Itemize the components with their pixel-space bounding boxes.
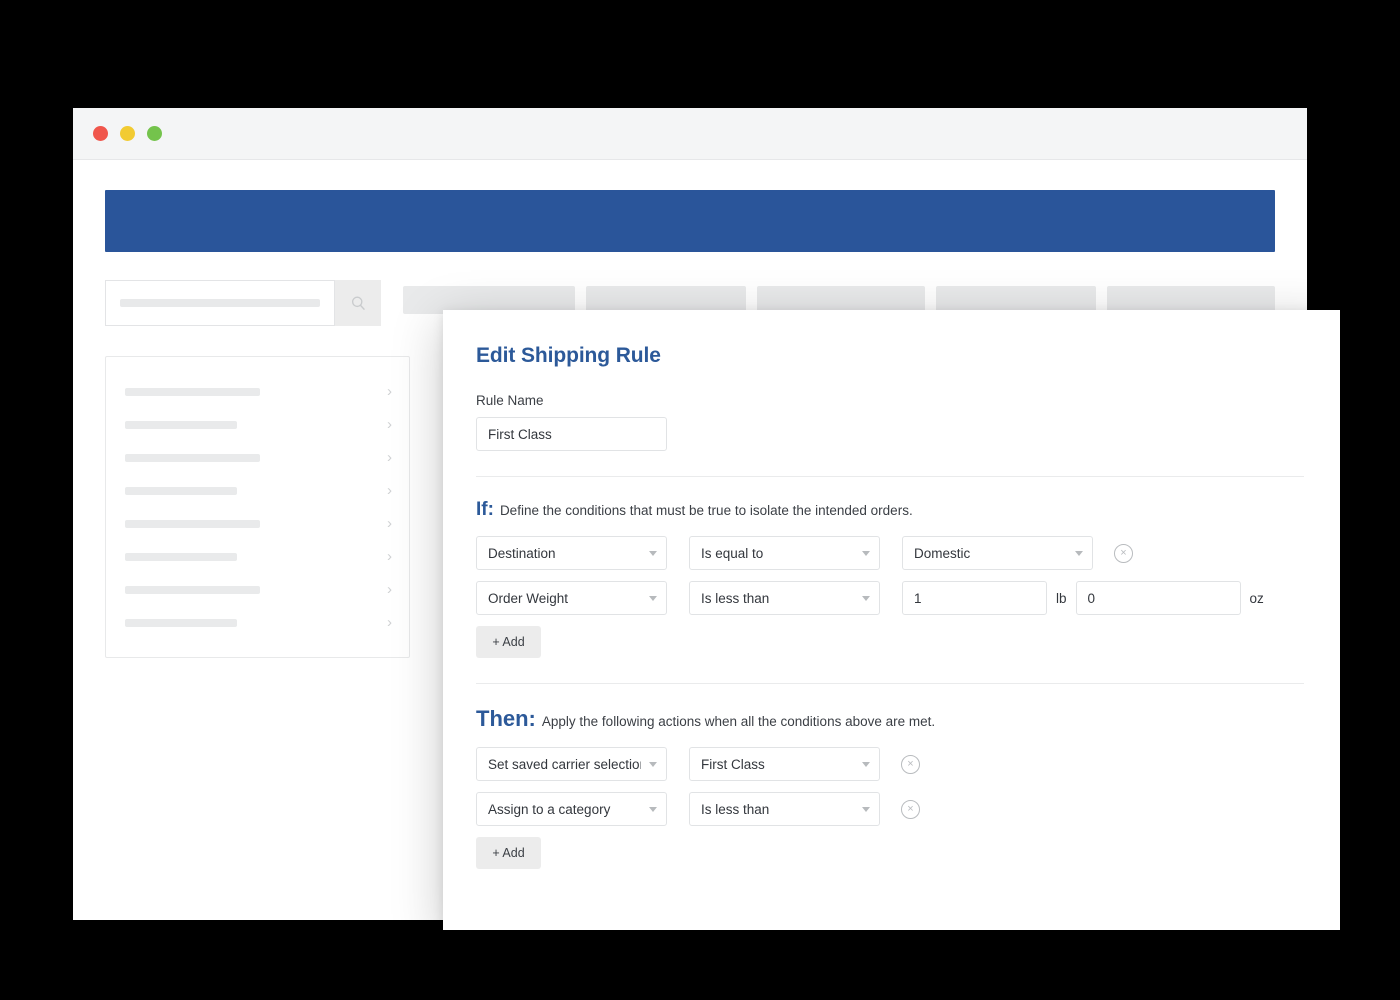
- list-item[interactable]: ›: [106, 606, 409, 639]
- list-item[interactable]: ›: [106, 441, 409, 474]
- action-value-select[interactable]: First Class: [689, 747, 880, 781]
- list-card: › › › › ›: [105, 356, 410, 658]
- app-header-bar: [105, 190, 1275, 252]
- list-item[interactable]: ›: [106, 540, 409, 573]
- chevron-right-icon: ›: [387, 582, 392, 597]
- chevron-right-icon: ›: [387, 450, 392, 465]
- list-item-label: [125, 487, 237, 495]
- list-item[interactable]: ›: [106, 573, 409, 606]
- list-item[interactable]: ›: [106, 474, 409, 507]
- condition-operator-select[interactable]: Is less than: [689, 581, 880, 615]
- remove-action-button[interactable]: ×: [901, 800, 920, 819]
- list-item-label: [125, 421, 237, 429]
- condition-field-select[interactable]: Destination: [476, 536, 667, 570]
- chevron-down-icon: [1075, 551, 1083, 556]
- chevron-right-icon: ›: [387, 516, 392, 531]
- close-window-button[interactable]: [93, 126, 108, 141]
- add-condition-button[interactable]: + Add: [476, 626, 541, 658]
- rule-name-input[interactable]: First Class: [476, 417, 667, 451]
- chevron-down-icon: [862, 807, 870, 812]
- list-item[interactable]: ›: [106, 408, 409, 441]
- chevron-down-icon: [649, 551, 657, 556]
- action-field-select[interactable]: Assign to a category: [476, 792, 667, 826]
- list-item-label: [125, 586, 260, 594]
- action-row-2: Assign to a category Is less than ×: [476, 792, 1304, 826]
- minimize-window-button[interactable]: [120, 126, 135, 141]
- action-value: Is less than: [701, 802, 854, 817]
- search-input[interactable]: [120, 299, 320, 307]
- list-item-label: [125, 520, 260, 528]
- remove-condition-button[interactable]: ×: [1114, 544, 1133, 563]
- weight-oz-unit-label: oz: [1250, 591, 1264, 606]
- add-action-button[interactable]: + Add: [476, 837, 541, 869]
- search-box[interactable]: [105, 280, 335, 326]
- action-value-select[interactable]: Is less than: [689, 792, 880, 826]
- condition-row-1: Destination Is equal to Domestic ×: [476, 536, 1304, 570]
- screenshot-stage: › › › › ›: [0, 0, 1400, 1000]
- tab-placeholder-row: [403, 280, 1275, 314]
- remove-action-button[interactable]: ×: [901, 755, 920, 774]
- if-description: Define the conditions that must be true …: [500, 503, 913, 518]
- dialog-title: Edit Shipping Rule: [476, 344, 1304, 368]
- weight-lb-input[interactable]: 1: [902, 581, 1047, 615]
- condition-field-select[interactable]: Order Weight: [476, 581, 667, 615]
- chevron-down-icon: [649, 596, 657, 601]
- condition-row-2: Order Weight Is less than 1 lb 0 oz: [476, 581, 1304, 615]
- condition-field-value: Order Weight: [488, 591, 641, 606]
- chevron-down-icon: [649, 762, 657, 767]
- chevron-right-icon: ›: [387, 384, 392, 399]
- chevron-right-icon: ›: [387, 417, 392, 432]
- action-row-1: Set saved carrier selection First Class …: [476, 747, 1304, 781]
- then-keyword: Then:: [476, 706, 536, 732]
- weight-lb-unit-label: lb: [1056, 591, 1067, 606]
- condition-field-value: Destination: [488, 546, 641, 561]
- list-item-label: [125, 619, 237, 627]
- list-item[interactable]: ›: [106, 375, 409, 408]
- weight-oz-input[interactable]: 0: [1076, 581, 1241, 615]
- if-section-header: If: Define the conditions that must be t…: [476, 499, 1304, 521]
- section-divider-2: [476, 683, 1304, 684]
- then-description: Apply the following actions when all the…: [542, 714, 935, 729]
- section-divider-1: [476, 476, 1304, 477]
- list-item[interactable]: ›: [106, 507, 409, 540]
- chevron-down-icon: [862, 762, 870, 767]
- action-field-value: Set saved carrier selection: [488, 757, 641, 772]
- chevron-right-icon: ›: [387, 615, 392, 630]
- list-item-label: [125, 454, 260, 462]
- close-icon: ×: [1120, 548, 1126, 559]
- search-button[interactable]: [335, 280, 381, 326]
- condition-operator-value: Is less than: [701, 591, 854, 606]
- then-section-header: Then: Apply the following actions when a…: [476, 706, 1304, 732]
- close-icon: ×: [907, 804, 913, 815]
- maximize-window-button[interactable]: [147, 126, 162, 141]
- edit-shipping-rule-dialog: Edit Shipping Rule Rule Name First Class…: [443, 310, 1340, 930]
- close-icon: ×: [907, 759, 913, 770]
- if-keyword: If:: [476, 499, 494, 521]
- action-value: First Class: [701, 757, 854, 772]
- list-item-label: [125, 388, 260, 396]
- chevron-down-icon: [649, 807, 657, 812]
- search-icon: [350, 295, 367, 312]
- condition-operator-value: Is equal to: [701, 546, 854, 561]
- chevron-down-icon: [862, 551, 870, 556]
- browser-titlebar: [73, 108, 1307, 160]
- action-field-select[interactable]: Set saved carrier selection: [476, 747, 667, 781]
- action-field-value: Assign to a category: [488, 802, 641, 817]
- chevron-down-icon: [862, 596, 870, 601]
- chevron-right-icon: ›: [387, 483, 392, 498]
- condition-value: Domestic: [914, 546, 1067, 561]
- condition-value-select[interactable]: Domestic: [902, 536, 1093, 570]
- chevron-right-icon: ›: [387, 549, 392, 564]
- condition-operator-select[interactable]: Is equal to: [689, 536, 880, 570]
- rule-name-label: Rule Name: [476, 393, 1304, 408]
- list-item-label: [125, 553, 237, 561]
